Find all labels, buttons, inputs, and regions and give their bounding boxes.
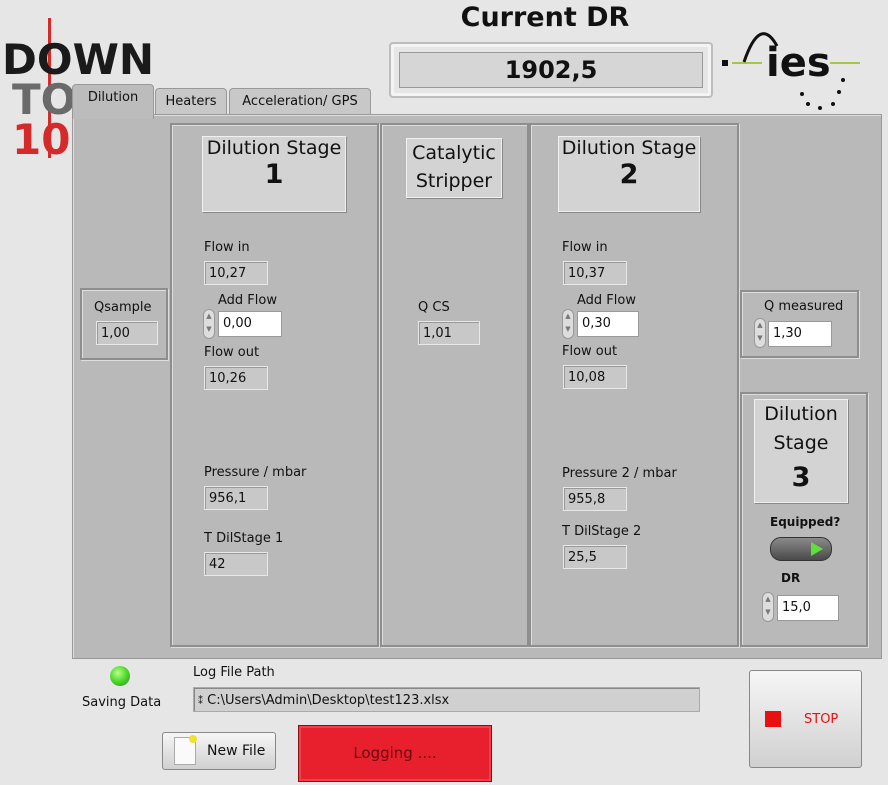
dr-spinner[interactable]: ▲ ▼: [762, 592, 774, 622]
stage2-add-flow-spinner[interactable]: ▲ ▼: [562, 309, 574, 339]
new-file-button[interactable]: New File: [162, 732, 276, 770]
stage1-flow-out: 10,26: [204, 366, 268, 390]
current-dr-title: Current DR: [460, 2, 630, 33]
qcs-indicator: 1,01: [418, 321, 480, 345]
qsample-indicator: 1,00: [96, 321, 158, 345]
logging-button[interactable]: Logging ....: [298, 725, 492, 782]
dr-input[interactable]: 15,0: [777, 595, 839, 621]
stage2-flow-out: 10,08: [563, 365, 627, 389]
stage1-flow-in: 10,27: [204, 261, 268, 285]
log-file-path-field[interactable]: ⁑ C:\Users\Admin\Desktop\test123.xlsx: [193, 687, 700, 712]
catalytic-stripper-title: Catalytic Stripper: [406, 138, 502, 198]
stage1-temperature: 42: [204, 552, 268, 576]
tab-heaters[interactable]: Heaters: [155, 88, 227, 117]
ies-logo: ies: [720, 20, 870, 115]
stage3-title: Dilution Stage 3: [754, 399, 848, 503]
stage1-add-flow-spinner[interactable]: ▲ ▼: [203, 309, 215, 339]
current-dr-display: 1902,5: [389, 42, 713, 98]
q-measured-spinner[interactable]: ▲ ▼: [754, 318, 766, 348]
catalytic-stripper-group: [380, 123, 529, 647]
tab-dilution[interactable]: Dilution: [72, 84, 154, 119]
stage1-pressure: 956,1: [204, 486, 268, 510]
play-arrow-icon: [811, 542, 823, 556]
saving-data-led: [110, 666, 130, 686]
stage2-temperature: 25,5: [563, 545, 627, 569]
q-measured-input[interactable]: 1,30: [768, 321, 832, 347]
stage2-flow-in: 10,37: [563, 261, 627, 285]
tab-acceleration-gps[interactable]: Acceleration/ GPS: [229, 88, 371, 117]
stage2-pressure: 955,8: [563, 487, 627, 511]
path-icon: ⁑: [198, 696, 203, 707]
stage2-add-flow-input[interactable]: 0,30: [577, 311, 639, 337]
stage2-title: Dilution Stage 2: [558, 136, 700, 212]
stop-icon: [765, 711, 781, 727]
stage1-add-flow-input[interactable]: 0,00: [218, 311, 282, 337]
stage1-title: Dilution Stage 1: [202, 136, 346, 212]
equipped-toggle[interactable]: [770, 537, 832, 561]
stop-button[interactable]: STOP: [749, 670, 862, 768]
